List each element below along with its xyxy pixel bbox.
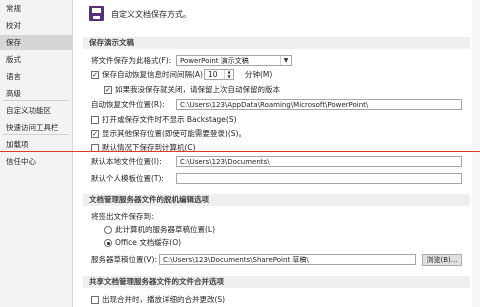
personal-templates-input[interactable] bbox=[176, 173, 462, 184]
section-header-offline-editing: 文档管理服务器文件的脱机编辑选项 bbox=[83, 194, 470, 206]
no-backstage-label: 打开或保存文件时不显示 Backstage(S) bbox=[102, 115, 237, 124]
show-other-locations-checkbox[interactable]: ✓ bbox=[91, 130, 99, 138]
save-to-computer-label: 默认情况下保存到计算机(C) bbox=[102, 143, 196, 152]
no-backstage-checkbox[interactable] bbox=[91, 116, 99, 124]
spin-arrows-icon[interactable]: ▲ ▼ bbox=[224, 69, 233, 79]
autorecover-minutes-spinner[interactable]: 10 ▲ ▼ bbox=[204, 69, 234, 80]
default-local-location-label: 默认本地文件位置(I): bbox=[91, 157, 162, 166]
chevron-down-icon: ▼ bbox=[280, 56, 291, 65]
section-header-file-merge: 共享文档管理服务器文件的文件合并选项 bbox=[83, 276, 470, 288]
keep-last-version-checkbox[interactable]: ✓ bbox=[104, 86, 112, 94]
browse-button[interactable]: 浏览(B)... bbox=[422, 254, 462, 266]
minutes-unit-label: 分钟(M) bbox=[245, 70, 273, 79]
save-format-dropdown[interactable]: PowerPoint 演示文稿 ▼ bbox=[176, 55, 292, 66]
sidebar-item-save[interactable]: 保存 bbox=[0, 35, 72, 50]
server-drafts-location-input[interactable]: C:\Users\123\Documents\SharePoint 草稿\ bbox=[159, 254, 416, 265]
sidebar-divider bbox=[3, 134, 69, 135]
sidebar-item-layout[interactable]: 版式 bbox=[0, 52, 72, 67]
autorecover-location-input[interactable]: C:\Users\123\AppData\Roaming\Microsoft\P… bbox=[176, 99, 462, 110]
vertical-scrollbar[interactable] bbox=[472, 0, 480, 307]
sidebar-item-general[interactable]: 常规 bbox=[0, 1, 72, 16]
annotation-red-line bbox=[0, 151, 480, 152]
sidebar-item-proofing[interactable]: 校对 bbox=[0, 18, 72, 33]
autorecover-minutes-value: 10 bbox=[208, 70, 218, 79]
save-checked-out-label: 将签出文件保存到: bbox=[91, 212, 154, 221]
radio-office-cache[interactable] bbox=[104, 239, 112, 247]
default-local-location-input[interactable]: C:\Users\123\Documents\ bbox=[176, 156, 462, 167]
merge-detail-label: 出现合并时，播放详细的合并更改(S) bbox=[102, 295, 226, 304]
section-header-save-presentations: 保存演示文稿 bbox=[83, 37, 470, 49]
options-sidebar: 常规 校对 保存 版式 语言 高级 自定义功能区 快速访问工具栏 加载项 信任中… bbox=[0, 0, 73, 307]
autorecover-location-label: 自动恢复文件位置(R): bbox=[91, 100, 165, 109]
sidebar-divider bbox=[3, 100, 69, 101]
keep-last-version-label: 如果我没保存就关闭，请保留上次自动保留的版本 bbox=[115, 85, 280, 94]
page-title: 自定义文档保存方式。 bbox=[111, 10, 191, 19]
show-other-locations-label: 显示其他保存位置(即使可能需要登录)(S)。 bbox=[102, 129, 246, 138]
save-options-panel: 自定义文档保存方式。 保存演示文稿 将文件保存为此格式(F): PowerPoi… bbox=[73, 0, 480, 307]
radio-server-drafts[interactable] bbox=[104, 226, 112, 234]
save-floppy-icon bbox=[89, 6, 104, 21]
sidebar-item-advanced[interactable]: 高级 bbox=[0, 86, 72, 101]
radio-office-cache-label: Office 文档缓存(O) bbox=[115, 238, 182, 247]
merge-detail-checkbox[interactable] bbox=[91, 296, 99, 304]
autorecover-checkbox[interactable]: ✓ bbox=[91, 71, 99, 79]
server-drafts-location-label: 服务器草稿位置(V): bbox=[91, 255, 158, 264]
sidebar-item-add-ins[interactable]: 加载项 bbox=[0, 137, 72, 152]
personal-templates-label: 默认个人模板位置(T): bbox=[91, 174, 164, 183]
autorecover-label: 保存自动恢复信息时间间隔(A) bbox=[102, 70, 203, 79]
save-format-value: PowerPoint 演示文稿 bbox=[180, 57, 249, 65]
sidebar-item-quick-access-toolbar[interactable]: 快速访问工具栏 bbox=[0, 120, 72, 135]
radio-server-drafts-label: 此计算机的服务器草稿位置(L) bbox=[115, 225, 216, 234]
sidebar-item-customize-ribbon[interactable]: 自定义功能区 bbox=[0, 103, 72, 118]
sidebar-item-trust-center[interactable]: 信任中心 bbox=[0, 154, 72, 169]
sidebar-item-language[interactable]: 语言 bbox=[0, 69, 72, 84]
save-format-label: 将文件保存为此格式(F): bbox=[91, 56, 172, 65]
